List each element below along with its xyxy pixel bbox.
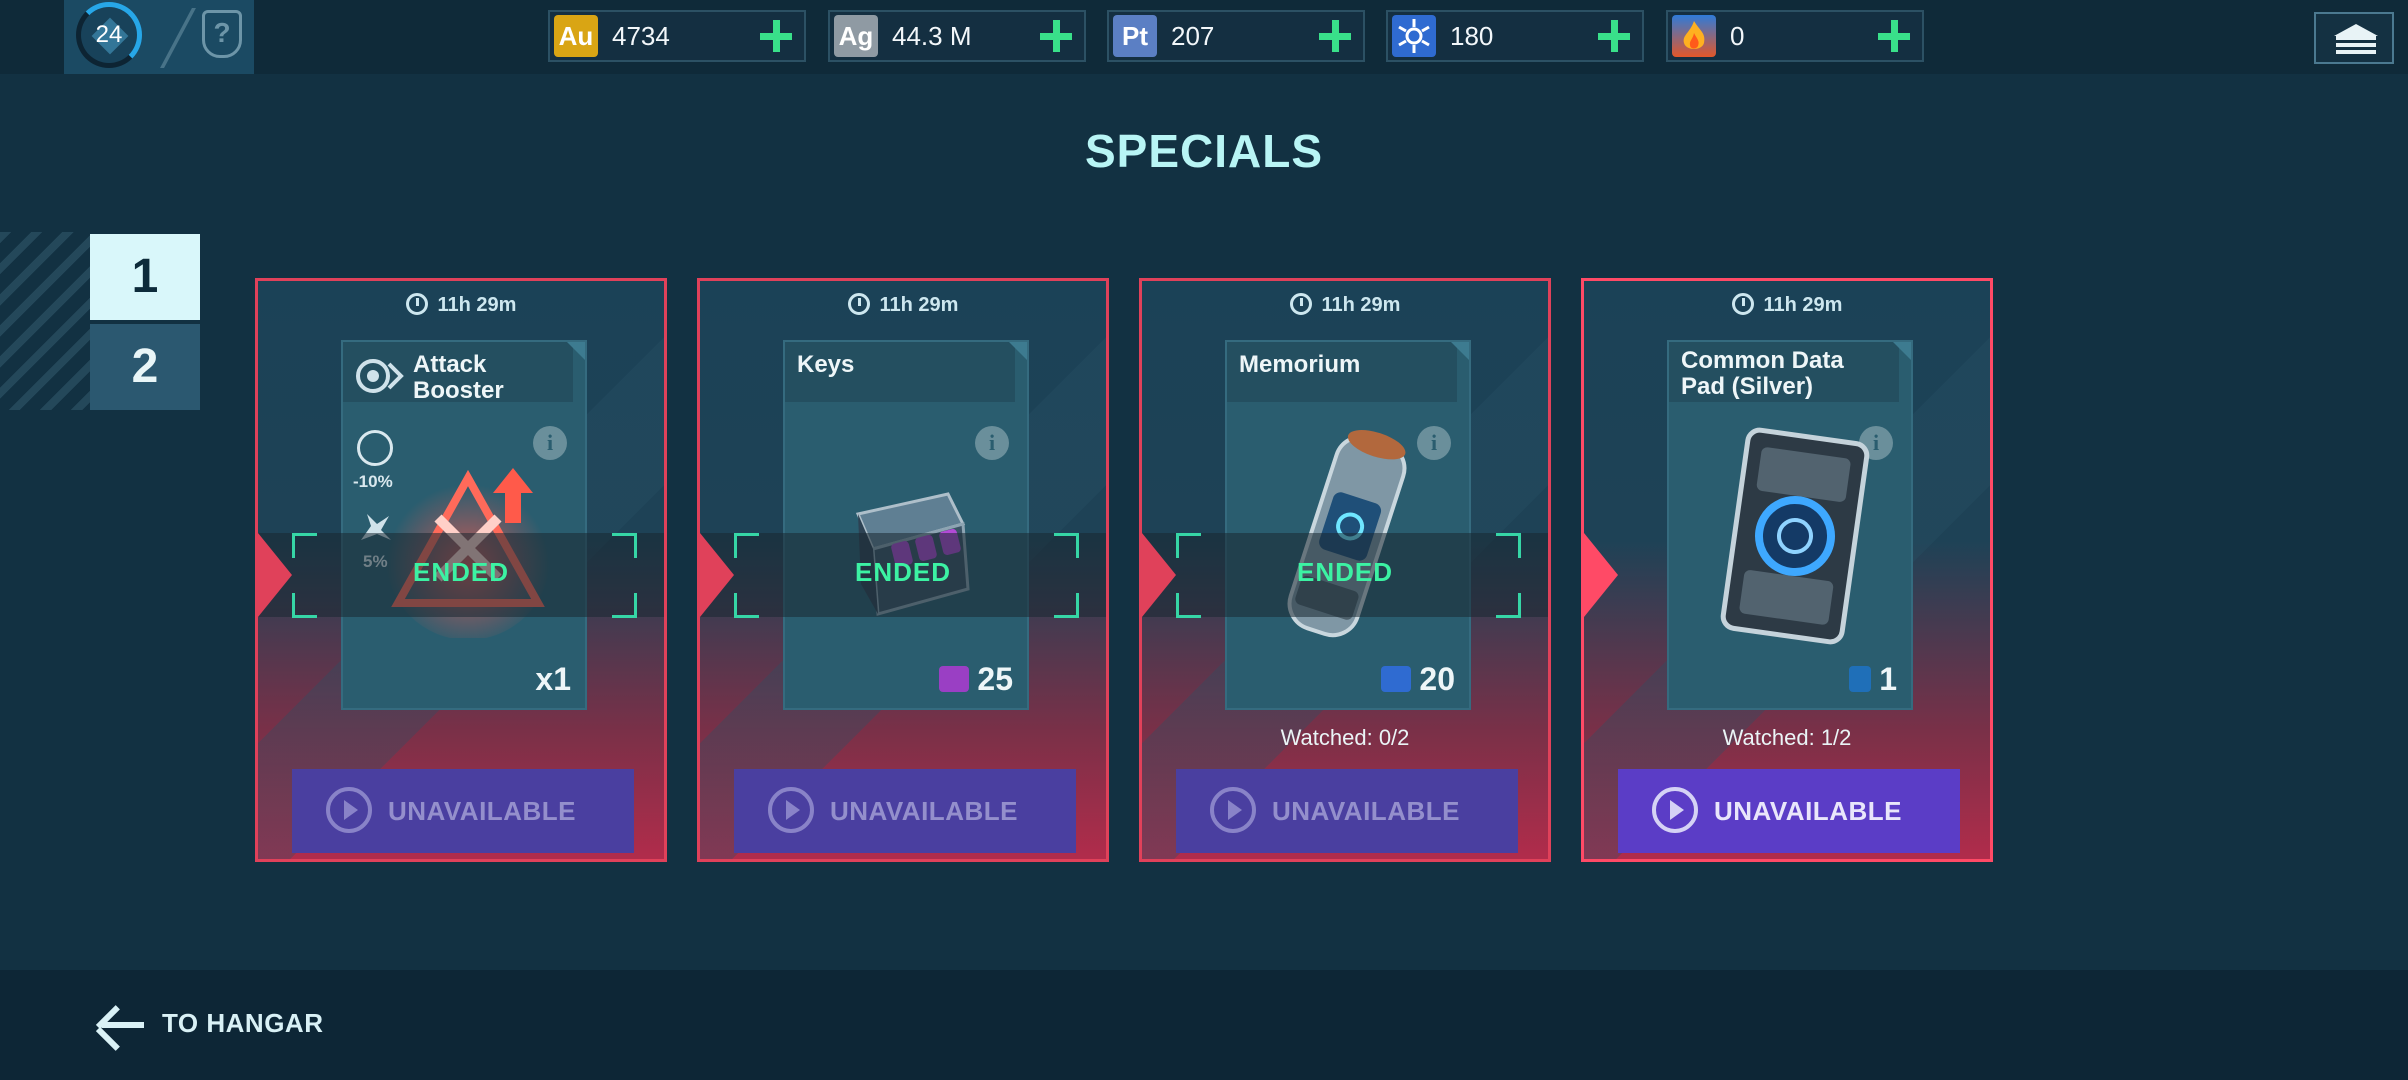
offer-card-attack-booster[interactable]: 11h 29m Attack Booster i -10% 5% x1 ENDE…	[255, 278, 667, 862]
currency-gold: Au 4734	[548, 10, 806, 62]
crew-token-icon	[1381, 666, 1412, 692]
platinum-icon: Pt	[1113, 15, 1157, 57]
gold-amount: 4734	[612, 21, 670, 51]
player-level: 24	[95, 21, 123, 48]
watch-ad-button[interactable]: UNAVAILABLE	[292, 769, 634, 853]
garage-icon	[2334, 24, 2378, 36]
watched-count: Watched: 1/2	[1722, 725, 1852, 750]
platinum-amount: 207	[1171, 21, 1215, 51]
offer-timer: 11h 29m	[258, 293, 664, 317]
clock-icon	[1289, 293, 1312, 315]
item-quantity: 1	[1849, 661, 1897, 698]
replay-icon	[1652, 787, 1698, 833]
help-shield-icon[interactable]: ?	[202, 10, 242, 58]
crew-token-icon	[1392, 15, 1436, 57]
page-title: SPECIALS	[1084, 125, 1324, 177]
hangar-menu-button[interactable]	[2314, 12, 2394, 64]
booster-icon	[356, 359, 404, 393]
key-icon	[939, 666, 970, 692]
watch-ad-button[interactable]: UNAVAILABLE	[1176, 769, 1518, 853]
add-gold-button[interactable]	[756, 16, 796, 56]
item-panel: Keys i 25	[783, 340, 1029, 710]
clock-icon	[847, 293, 870, 315]
replay-icon	[326, 787, 372, 833]
offer-timer: 11h 29m	[700, 293, 1106, 317]
page-tab-1[interactable]: 1	[90, 234, 200, 320]
ended-label: ENDED	[1296, 557, 1393, 587]
data-pad-icon	[1849, 666, 1872, 692]
level-progress-ring: 24	[76, 2, 142, 68]
item-quantity: x1	[535, 661, 571, 697]
item-quantity: 25	[939, 661, 1013, 698]
item-name: Memorium	[1239, 351, 1361, 378]
offer-card-memorium[interactable]: 11h 29m Memorium i 20 ENDED Watched: 0/2…	[1139, 278, 1551, 862]
silver-icon: Ag	[834, 15, 878, 57]
item-name: Keys	[797, 351, 855, 378]
replay-icon	[768, 787, 814, 833]
back-arrow-icon[interactable]	[95, 1002, 146, 1051]
to-hangar-button[interactable]: TO HANGAR	[162, 1008, 323, 1039]
clock-icon	[405, 293, 428, 315]
clock-icon	[1731, 293, 1754, 315]
crew-token-amount: 180	[1450, 21, 1494, 51]
data-pad-art	[1720, 427, 1870, 645]
offer-card-data-pad[interactable]: 11h 29m Common Data Pad (Silver) i 1 Wat…	[1581, 278, 1993, 862]
item-panel: Common Data Pad (Silver) i 1	[1667, 340, 1913, 710]
item-panel: Memorium i 20	[1225, 340, 1471, 710]
item-name: Common Data Pad (Silver)	[1681, 347, 1844, 400]
pager-decoration	[0, 232, 90, 410]
offer-timer: 11h 29m	[1584, 293, 1990, 317]
currency-crew-token: 180	[1386, 10, 1644, 62]
silver-amount: 44.3 M	[892, 21, 972, 51]
ended-label: ENDED	[854, 557, 951, 587]
add-platinum-button[interactable]	[1315, 16, 1355, 56]
top-bar: 24 ? Au 4734 Ag 44.3 M Pt 207 180 0	[0, 0, 2408, 74]
gold-icon: Au	[554, 15, 598, 57]
fire-icon	[1672, 15, 1716, 57]
player-level-area[interactable]: 24 ?	[64, 0, 254, 74]
watch-ad-button[interactable]: UNAVAILABLE	[1618, 769, 1960, 853]
divider	[160, 8, 196, 68]
bottom-bar	[0, 970, 2408, 1080]
replay-icon	[1210, 787, 1256, 833]
offer-card-keys[interactable]: 11h 29m Keys i 25 ENDED UNAVAILABLE	[697, 278, 1109, 862]
currency-silver: Ag 44.3 M	[828, 10, 1086, 62]
item-name: Attack Booster	[413, 351, 504, 404]
add-fire-button[interactable]	[1874, 16, 1914, 56]
ended-label: ENDED	[412, 557, 509, 587]
currency-fire: 0	[1666, 10, 1924, 62]
currency-platinum: Pt 207	[1107, 10, 1365, 62]
fire-amount: 0	[1730, 21, 1745, 51]
add-silver-button[interactable]	[1036, 16, 1076, 56]
add-crew-token-button[interactable]	[1594, 16, 1634, 56]
offer-timer: 11h 29m	[1142, 293, 1548, 317]
item-panel: Attack Booster i -10% 5% x1	[341, 340, 587, 710]
offer-arrow	[1584, 533, 1618, 617]
watch-ad-button[interactable]: UNAVAILABLE	[734, 769, 1076, 853]
item-quantity: 20	[1381, 661, 1455, 698]
page-tab-2[interactable]: 2	[90, 324, 200, 410]
watched-count: Watched: 0/2	[1280, 725, 1410, 750]
